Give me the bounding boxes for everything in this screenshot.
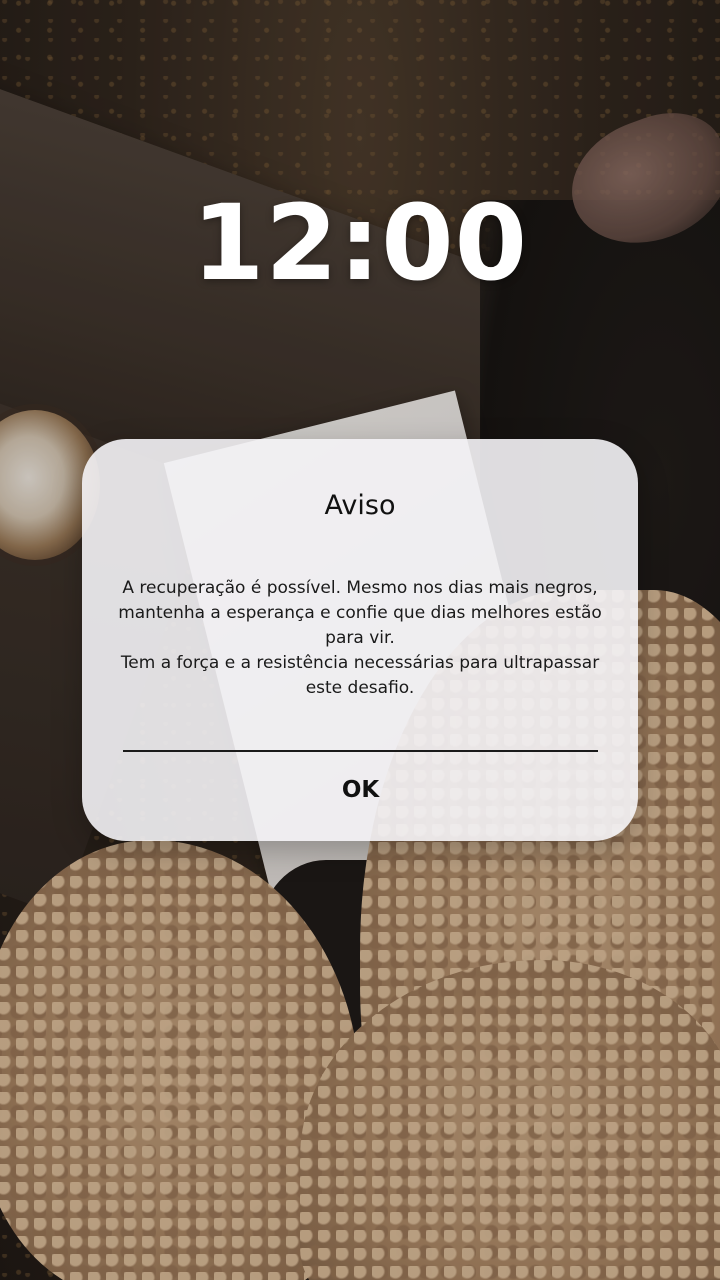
alert-message-paragraph: A recuperação é possível. Mesmo nos dias… [118, 578, 602, 648]
alert-message-paragraph: Tem a força e a resistência necessárias … [120, 653, 600, 698]
alert-title: Aviso [324, 490, 396, 521]
ok-button[interactable]: OK [123, 762, 598, 818]
lock-screen-clock: 12:00 [191, 182, 529, 304]
alert-message: A recuperação é possível. Mesmo nos dias… [106, 576, 614, 701]
lock-screen: 12:00 Aviso A recuperação é possível. Me… [0, 0, 720, 1280]
alert-divider [123, 750, 598, 752]
